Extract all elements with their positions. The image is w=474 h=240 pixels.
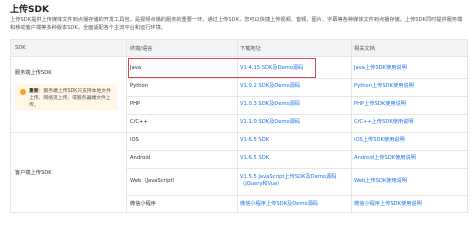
terminal-cell: C/C++ xyxy=(130,119,148,125)
terminal-cell: 微信小程序 xyxy=(130,201,156,207)
doc-link[interactable]: Android上传SDK使用说明 xyxy=(354,155,416,162)
download-link[interactable]: 微信小程序上传SDK及Demo源码 xyxy=(240,201,318,208)
download-link[interactable]: V1.0.3 SDK及Demo源码 xyxy=(240,101,300,108)
terminal-cell: Android xyxy=(130,155,151,161)
download-link[interactable]: V1.0.2 SDK及Demo源码 xyxy=(240,83,300,90)
download-link[interactable]: V1.6.5 SDK xyxy=(240,155,269,162)
notice-label: 重要 xyxy=(29,89,39,94)
doc-link[interactable]: 微信小程序上传SDK使用说明 xyxy=(354,201,422,208)
doc-link[interactable]: Python上传SDK使用说明 xyxy=(354,83,414,90)
download-link[interactable]: V1.5.5 JavaScript上传SDK及Demo源码（jQuery和Vue… xyxy=(240,174,346,188)
doc-link[interactable]: Web上传SDK使用说明 xyxy=(354,178,407,185)
column-header-docs: 相关文档 xyxy=(354,46,375,52)
page-title: 上传SDK xyxy=(10,5,49,15)
download-link[interactable]: V1.6.5 SDK xyxy=(240,137,269,144)
terminal-cell: Python xyxy=(130,83,148,89)
group-label-client: 客户端上传SDK xyxy=(15,170,52,176)
sdk-table: SDK 终端/语言 下载地址 相关文档 服务端上传SDK 重要：服务端上传SDK… xyxy=(10,39,468,213)
notice-text: 重要：服务端上传SDK只支持本地文件上传、网络流上传、或服务器端文件上传。 xyxy=(29,89,111,108)
column-header-download: 下载地址 xyxy=(240,46,261,52)
warning-icon xyxy=(20,89,26,95)
doc-link[interactable]: C/C++上传SDK使用说明 xyxy=(354,119,414,126)
terminal-cell: PHP xyxy=(130,101,141,107)
table-header: SDK 终端/语言 下载地址 相关文档 xyxy=(11,40,467,57)
page-description: 上传SDK提供上传媒体文件到点播存储的开发工具包，是视频点播的服务的重要一环。通… xyxy=(10,17,463,31)
doc-link[interactable]: Java上传SDK使用说明 xyxy=(354,65,407,72)
terminal-cell: iOS xyxy=(130,137,139,143)
doc-link[interactable]: PHP上传SDK使用说明 xyxy=(354,101,406,108)
important-notice: 重要：服务端上传SDK只支持本地文件上传、网络流上传、或服务器端文件上传。 xyxy=(15,84,117,110)
doc-link[interactable]: iOS上传SDK使用说明 xyxy=(354,137,405,144)
notice-body: 服务端上传SDK只支持本地文件上传、网络流上传、或服务器端文件上传。 xyxy=(29,89,111,108)
column-header-terminal: 终端/语言 xyxy=(130,46,153,52)
group-label-server: 服务端上传SDK xyxy=(15,70,52,76)
terminal-cell: Web（JavaScript） xyxy=(130,178,178,184)
column-header-sdk: SDK xyxy=(15,45,26,51)
highlight-box xyxy=(128,58,316,78)
download-link[interactable]: V1.1.0 SDK及Demo源码 xyxy=(240,119,300,126)
